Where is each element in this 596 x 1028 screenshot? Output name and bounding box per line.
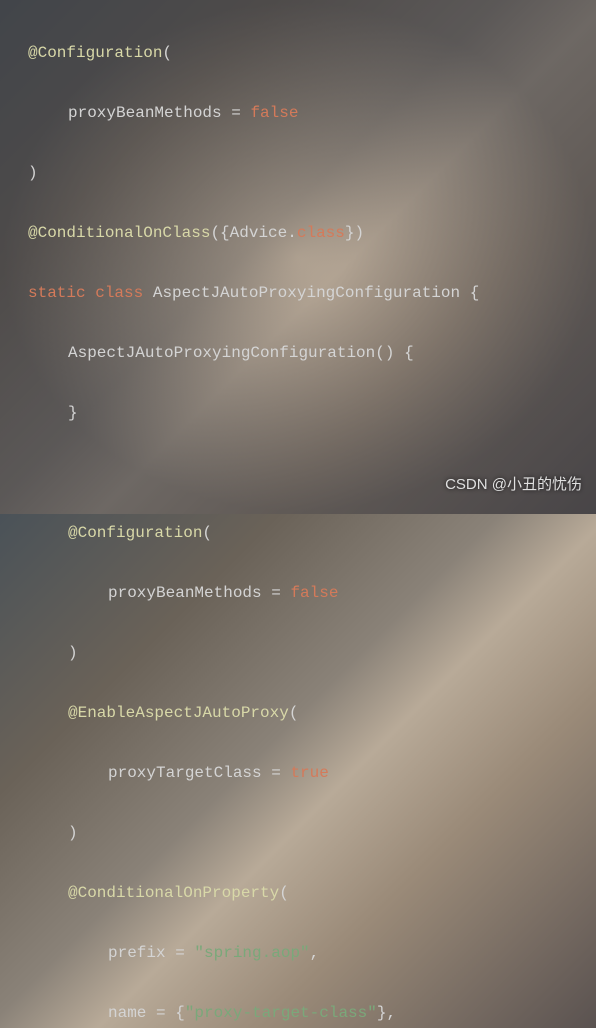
code-line: ) <box>28 158 588 188</box>
watermark: CSDN @小丑的忧伤 <box>445 470 582 500</box>
punct: ) <box>68 644 78 662</box>
bool-literal: false <box>250 104 298 122</box>
punct: ( <box>202 524 212 542</box>
annotation: @Configuration <box>68 524 202 542</box>
code-line: @Configuration( <box>28 38 588 68</box>
brace: { <box>175 1004 185 1022</box>
annotation: @Configuration <box>28 44 162 62</box>
space <box>86 284 96 302</box>
code-line: @ConditionalOnProperty( <box>28 878 588 908</box>
constructor-name: AspectJAutoProxyingConfiguration <box>68 344 375 362</box>
code-line: @EnableAspectJAutoProxy( <box>28 698 588 728</box>
punct: ({ <box>210 224 229 242</box>
param: prefix = <box>108 944 194 962</box>
code-line: static class AspectJAutoProxyingConfigur… <box>28 278 588 308</box>
param: name = <box>108 1004 175 1022</box>
code-line: proxyTargetClass = true <box>28 758 588 788</box>
bool-literal: false <box>290 584 338 602</box>
punct: ( <box>162 44 172 62</box>
string-literal: "proxy-target-class" <box>185 1004 377 1022</box>
annotation: @ConditionalOnProperty <box>68 884 279 902</box>
punct: ) <box>68 824 78 842</box>
param: proxyTargetClass = <box>108 764 290 782</box>
keyword: class <box>95 284 143 302</box>
punct: ( <box>279 884 289 902</box>
bool-literal: true <box>290 764 328 782</box>
brace: } <box>377 1004 387 1022</box>
code-line: ) <box>28 638 588 668</box>
punct: ( <box>289 704 299 722</box>
code-line: @Configuration( <box>28 518 588 548</box>
code-line: prefix = "spring.aop", <box>28 938 588 968</box>
code-line: proxyBeanMethods = false <box>28 578 588 608</box>
code-line: } <box>28 398 588 428</box>
code-line: proxyBeanMethods = false <box>28 98 588 128</box>
annotation: @EnableAspectJAutoProxy <box>68 704 289 722</box>
punct: ) <box>28 164 38 182</box>
param: proxyBeanMethods = <box>68 104 250 122</box>
code-line: @ConditionalOnClass({Advice.class}) <box>28 218 588 248</box>
code-block: @Configuration( proxyBeanMethods = false… <box>0 0 596 1028</box>
string-literal: "spring.aop" <box>194 944 309 962</box>
space <box>143 284 153 302</box>
comma: , <box>386 1004 396 1022</box>
type-ref: Advice. <box>230 224 297 242</box>
brace: { <box>470 284 480 302</box>
keyword: class <box>297 224 345 242</box>
comma: , <box>310 944 320 962</box>
brace: { <box>404 344 414 362</box>
code-line: ) <box>28 818 588 848</box>
space <box>394 344 404 362</box>
brace: } <box>68 404 78 422</box>
annotation: @ConditionalOnClass <box>28 224 210 242</box>
code-line: name = {"proxy-target-class"}, <box>28 998 588 1028</box>
code-line: AspectJAutoProxyingConfiguration() { <box>28 338 588 368</box>
class-name: AspectJAutoProxyingConfiguration <box>153 284 470 302</box>
param: proxyBeanMethods = <box>108 584 290 602</box>
parens: () <box>375 344 394 362</box>
punct: }) <box>345 224 364 242</box>
keyword: static <box>28 284 86 302</box>
